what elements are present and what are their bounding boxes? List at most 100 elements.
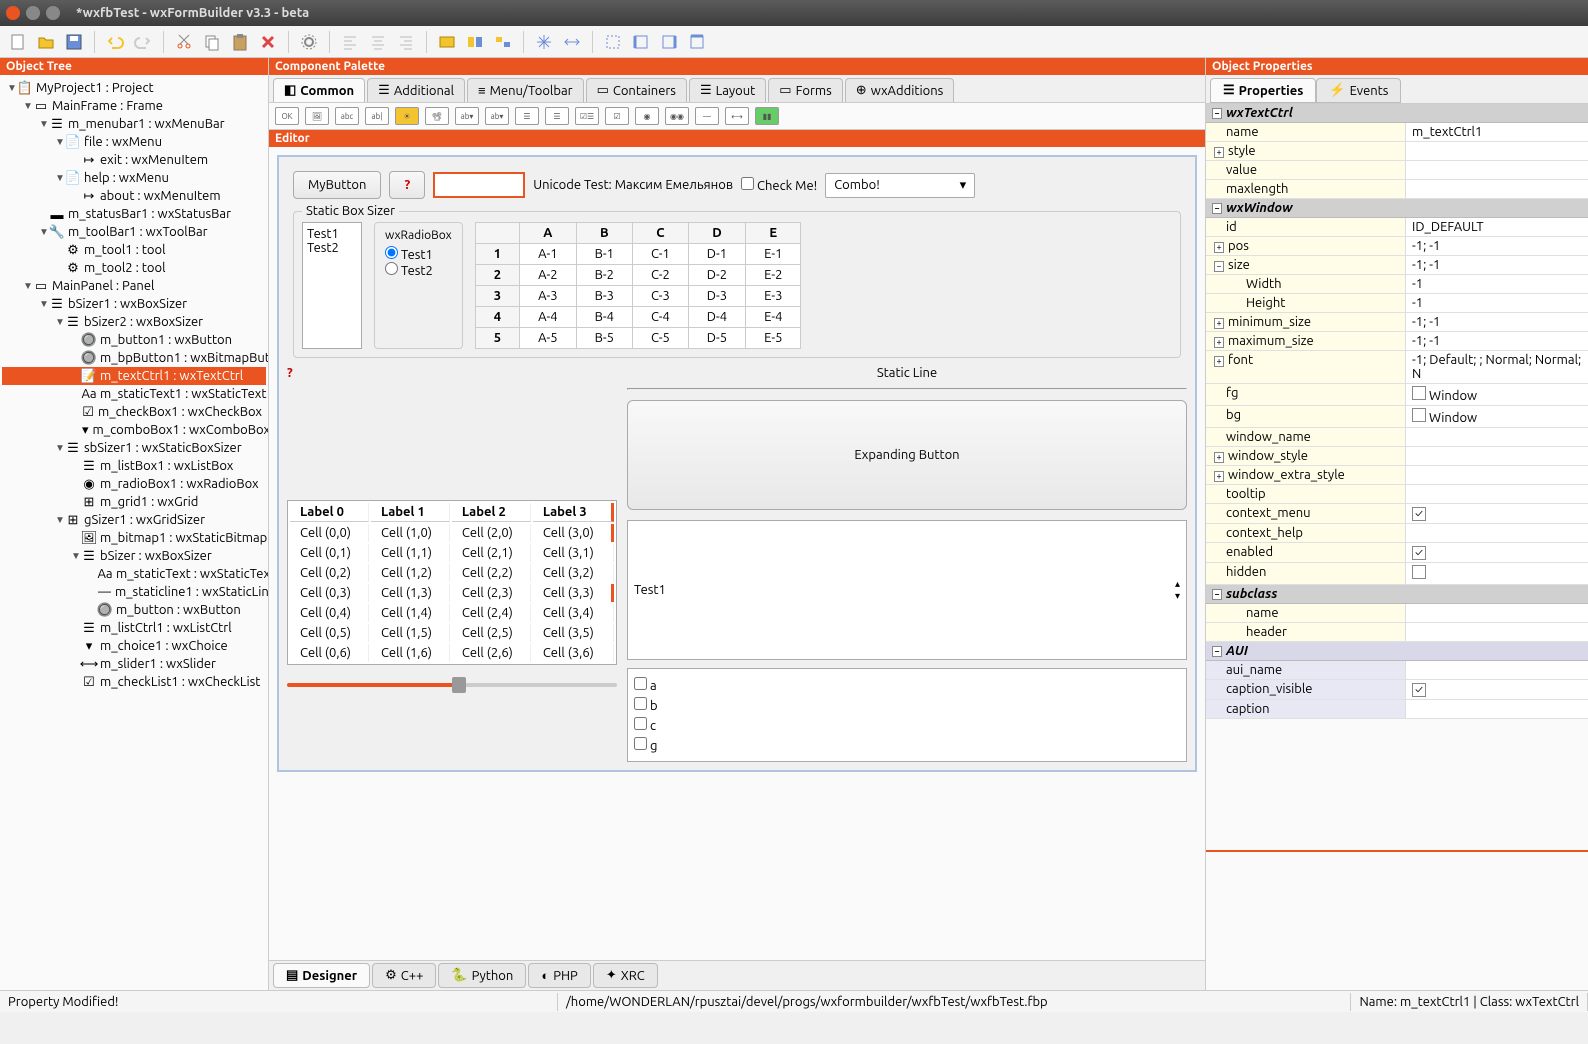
slider-thumb-icon[interactable] [452,677,466,693]
tab-properties[interactable]: ☰Properties [1210,78,1316,103]
checklist-item[interactable]: b [634,695,1180,715]
form-preview[interactable]: MyButton ? Unicode Test: Максим Емельяно… [277,155,1197,772]
window-minimize-icon[interactable] [26,6,40,20]
tab-common[interactable]: ◧Common [273,78,365,102]
object-tree[interactable]: ▼📋MyProject1 : Project ▼▭MainFrame : Fra… [0,75,268,990]
tree-node-statusbar[interactable]: ▬m_statusBar1 : wxStatusBar [2,205,266,223]
component-statictext-icon[interactable]: abc [335,107,359,125]
tree-node-file-menu[interactable]: ▼📄file : wxMenu [2,133,266,151]
copy-icon[interactable] [200,30,224,54]
tree-node-textctrl1[interactable]: 📝m_textCtrl1 : wxTextCtrl [2,367,266,385]
tree-node-staticline1[interactable]: ―m_staticline1 : wxStaticLine [2,583,266,601]
layout2-icon[interactable] [463,30,487,54]
tree-node-mainframe[interactable]: ▼▭MainFrame : Frame [2,97,266,115]
component-checkbox-icon[interactable]: ☑ [605,107,629,125]
tree-node-button[interactable]: 🔘m_button : wxButton [2,601,266,619]
tree-node-exit[interactable]: ↦exit : wxMenuItem [2,151,266,169]
expanding-button[interactable]: Expanding Button [627,400,1187,510]
checklist-item[interactable]: c [634,715,1180,735]
component-textctrl-icon[interactable]: ab| [365,107,389,125]
tree-node-statictext[interactable]: Aam_staticText : wxStaticText [2,565,266,583]
align-left-icon[interactable] [338,30,362,54]
delete-icon[interactable] [256,30,280,54]
tab-forms[interactable]: ▭Forms [768,78,843,102]
question-button[interactable]: ? [389,171,425,199]
editor-area[interactable]: MyButton ? Unicode Test: Максим Емельяно… [269,147,1205,960]
component-radiobox-icon[interactable]: ◉◉ [665,107,689,125]
check-me[interactable]: Check Me! [741,177,817,193]
border3-icon[interactable] [657,30,681,54]
tree-node-toolbar[interactable]: ▼🔧m_toolBar1 : wxToolBar [2,223,266,241]
tree-node-bsizer[interactable]: ▼☰bSizer : wxBoxSizer [2,547,266,565]
layout3-icon[interactable] [491,30,515,54]
tab-additional[interactable]: ☰Additional [367,78,465,102]
tree-node-tool1[interactable]: ⚙m_tool1 : tool [2,241,266,259]
component-checklist-icon[interactable]: ☑☰ [575,107,599,125]
tree-node-button1[interactable]: 🔘m_button1 : wxButton [2,331,266,349]
window-maximize-icon[interactable] [46,6,60,20]
prop-category-aui[interactable]: −AUI [1206,642,1588,661]
tree-node-statictext1[interactable]: Aam_staticText1 : wxStaticText [2,385,266,403]
tree-node-mainpanel[interactable]: ▼▭MainPanel : Panel [2,277,266,295]
tab-menu-toolbar[interactable]: ≡Menu/Toolbar [467,78,584,102]
prop-category-window[interactable]: −wxWindow [1206,199,1588,218]
listbox-item[interactable]: Test1 [307,227,357,241]
tab-php[interactable]: ◐PHP [528,963,590,988]
save-icon[interactable] [62,30,86,54]
expand-icon[interactable] [532,30,556,54]
tree-node-project[interactable]: ▼📋MyProject1 : Project [2,79,266,97]
tree-node-combobox1[interactable]: ▾m_comboBox1 : wxComboBox [2,421,266,439]
tab-python[interactable]: 🐍Python [438,963,526,988]
component-staticline-icon[interactable]: ― [695,107,719,125]
tree-node-grid1[interactable]: ⊞m_grid1 : wxGrid [2,493,266,511]
tree-node-menubar[interactable]: ▼☰m_menubar1 : wxMenuBar [2,115,266,133]
tree-node-tool2[interactable]: ⚙m_tool2 : tool [2,259,266,277]
component-radiobutton-icon[interactable]: ◉ [635,107,659,125]
checklist-item[interactable]: g [634,735,1180,755]
tab-layout[interactable]: ☰Layout [689,78,766,102]
component-animation-icon[interactable]: 📽 [425,107,449,125]
tree-node-choice1[interactable]: ▾m_choice1 : wxChoice [2,637,266,655]
align-right-icon[interactable] [394,30,418,54]
combo-box[interactable]: Combo!▾ [825,173,975,198]
tree-node-listctrl1[interactable]: ☰m_listCtrl1 : wxListCtrl [2,619,266,637]
paste-icon[interactable] [228,30,252,54]
spinner-icon[interactable]: ▴▾ [1175,578,1180,602]
tree-node-bsizer2[interactable]: ▼☰bSizer2 : wxBoxSizer [2,313,266,331]
listbox-item[interactable]: Test2 [307,241,357,255]
list-ctrl[interactable]: Label 0Label 1Label 2Label 3 Cell (0,0)C… [287,500,617,665]
prop-category-textctrl[interactable]: −wxTextCtrl [1206,104,1588,123]
slider[interactable] [287,675,617,695]
border4-icon[interactable] [685,30,709,54]
open-file-icon[interactable] [34,30,58,54]
tree-node-listbox1[interactable]: ☰m_listBox1 : wxListBox [2,457,266,475]
wx-grid[interactable]: ABCDE 1A-1B-1C-1D-1E-1 2A-2B-2C-2D-2E-2 … [475,222,802,349]
tree-node-help-menu[interactable]: ▼📄help : wxMenu [2,169,266,187]
radio-option[interactable]: Test1 [385,248,433,262]
component-listctrl-icon[interactable]: ☰ [545,107,569,125]
checklist[interactable]: a b c g [627,668,1187,762]
tab-cpp[interactable]: ⚙C++ [372,963,436,988]
tab-containers[interactable]: ▭Containers [586,78,687,102]
tree-node-gsizer1[interactable]: ▼⊞gSizer1 : wxGridSizer [2,511,266,529]
component-bitmapbutton-icon[interactable]: 🖼 [305,107,329,125]
component-bitmap-icon[interactable]: ☀ [395,107,419,125]
align-center-icon[interactable] [366,30,390,54]
tree-node-slider1[interactable]: ⟷m_slider1 : wxSlider [2,655,266,673]
tree-node-sbsizer1[interactable]: ▼☰sbSizer1 : wxStaticBoxSizer [2,439,266,457]
redo-icon[interactable] [131,30,155,54]
prop-category-subclass[interactable]: −subclass [1206,585,1588,604]
undo-icon[interactable] [103,30,127,54]
cut-icon[interactable] [172,30,196,54]
tree-node-checkbox1[interactable]: ☑m_checkBox1 : wxCheckBox [2,403,266,421]
tree-node-bitmap1[interactable]: 🖼m_bitmap1 : wxStaticBitmap [2,529,266,547]
gear-icon[interactable] [297,30,321,54]
component-listbox-icon[interactable]: ☰ [515,107,539,125]
component-gauge-icon[interactable]: ▮▮ [755,107,779,125]
tree-node-radiobox1[interactable]: ◉m_radioBox1 : wxRadioBox [2,475,266,493]
tab-designer[interactable]: ▤Designer [273,963,370,988]
component-combobox-icon[interactable]: ab▾ [455,107,479,125]
stretch-icon[interactable] [560,30,584,54]
tree-node-checklist1[interactable]: ☑m_checkList1 : wxCheckList [2,673,266,691]
tab-xrc[interactable]: ✦XRC [593,963,658,988]
